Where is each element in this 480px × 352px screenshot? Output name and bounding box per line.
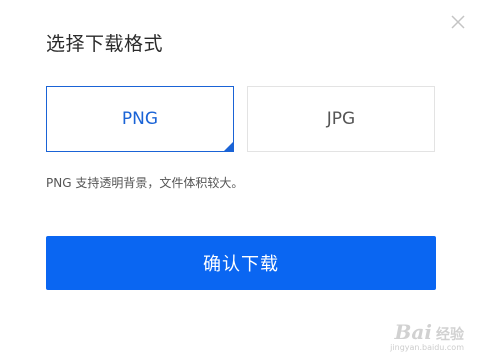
format-description: PNG 支持透明背景，文件体积较大。 [46,176,244,190]
download-format-dialog: 选择下载格式 PNG JPG PNG 支持透明背景，文件体积较大。 确认下载 B… [0,0,480,352]
baidu-watermark: Bai 经验 [395,320,464,344]
watermark-brand-suffix: 经验 [436,327,464,343]
watermark-url: jingyan.baidu.com [390,343,464,352]
format-option-jpg[interactable]: JPG [247,86,435,152]
selected-corner-indicator [224,142,233,151]
dialog-title: 选择下载格式 [46,33,164,55]
close-icon[interactable] [450,14,466,30]
confirm-download-button[interactable]: 确认下载 [46,236,436,290]
format-option-label: PNG [121,109,159,129]
watermark-brand: Bai [394,320,432,344]
format-option-png[interactable]: PNG [46,86,234,152]
format-option-label: JPG [326,109,356,129]
